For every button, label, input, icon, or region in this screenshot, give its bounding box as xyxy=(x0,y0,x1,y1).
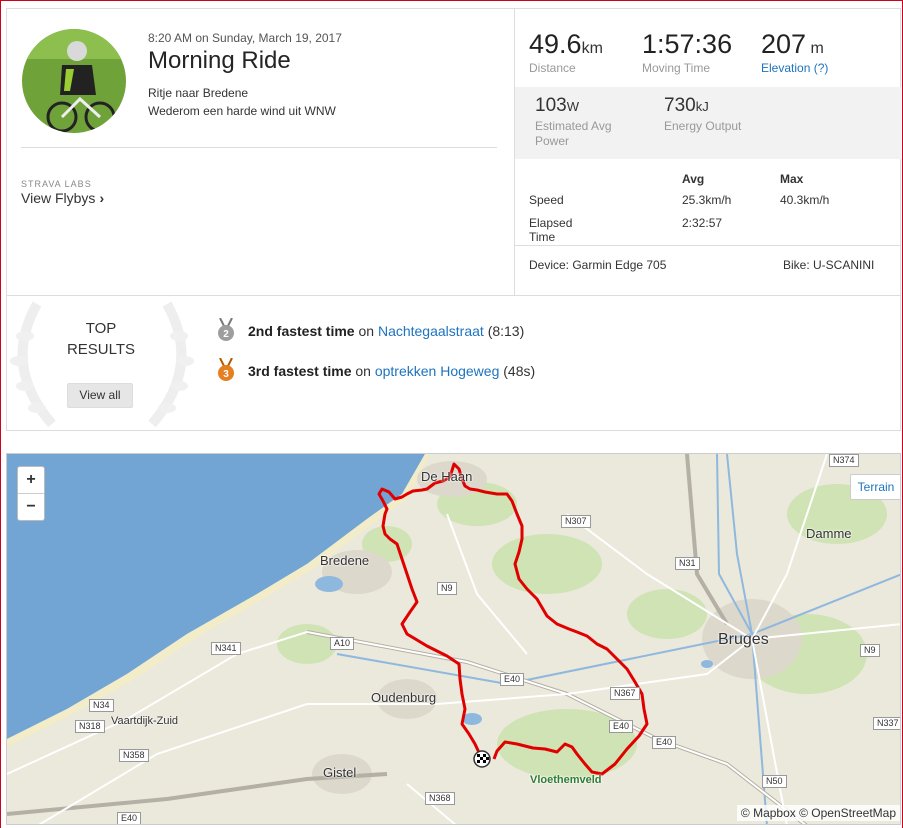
road-shield: N318 xyxy=(75,720,105,733)
achievement-on: on xyxy=(358,323,375,339)
activity-summary: 8:20 AM on Sunday, March 19, 2017 Mornin… xyxy=(6,8,901,296)
road-shield: N50 xyxy=(762,775,787,788)
power-unit: W xyxy=(566,99,579,114)
energy-stat: 730kJ Energy Output xyxy=(664,95,741,134)
energy-unit: kJ xyxy=(695,99,709,114)
speed-avg: 25.3km/h xyxy=(682,193,732,207)
power-stats-box: 103W Estimated Avg Power 730kJ Energy Ou… xyxy=(515,87,901,159)
view-flybys-link[interactable]: View Flybys › xyxy=(21,190,104,206)
elevation-help-link[interactable]: Elevation (?) xyxy=(761,61,828,75)
avg-header: Avg xyxy=(682,172,705,186)
achievement-title: 2nd fastest time xyxy=(248,323,355,339)
road-shield: E40 xyxy=(652,736,677,749)
elapsed-time-label: Elapsed Time xyxy=(529,216,573,244)
achievement-time: (8:13) xyxy=(487,323,525,339)
power-stat: 103W Estimated Avg Power xyxy=(535,95,625,149)
distance-stat: 49.6km Distance xyxy=(529,29,603,75)
road-shield: N358 xyxy=(119,749,149,762)
distance-unit: km xyxy=(581,40,603,57)
place-label: De Haan xyxy=(421,469,473,484)
finish-flag-icon xyxy=(473,750,491,768)
power-value: 103 xyxy=(535,95,567,116)
place-label: Oudenburg xyxy=(371,690,437,705)
road-shield: N34 xyxy=(89,699,114,712)
place-label: Bredene xyxy=(320,553,370,568)
road-shield: N307 xyxy=(561,515,591,528)
road-shield: N9 xyxy=(437,582,457,595)
road-shield: E40 xyxy=(500,673,525,686)
road-shield: A10 xyxy=(330,637,355,650)
max-header: Max xyxy=(780,172,804,186)
place-label: Bruges xyxy=(718,631,769,648)
power-label: Estimated Avg Power xyxy=(535,119,612,148)
segment-link-optrekken-hogeweg[interactable]: optrekken Hogeweg xyxy=(375,363,500,379)
top-results-panel: TOP RESULTS View all 2 2nd fastest time … xyxy=(6,296,901,431)
activity-description-line: Wederom een harde wind uit WNW xyxy=(148,104,336,118)
elevation-stat: 207 m Elevation (?) xyxy=(761,29,828,75)
route-map[interactable]: De Haan Bredene Damme Bruges Oudenburg V… xyxy=(6,453,901,825)
speed-label: Speed xyxy=(529,193,564,207)
moving-time-label: Moving Time xyxy=(642,61,711,75)
road-shield: N374 xyxy=(829,454,859,467)
elevation-value: 207 xyxy=(761,29,807,59)
road-shield: N337 xyxy=(873,717,900,730)
achievement-text: 2nd fastest time on Nachtegaalstraat (8:… xyxy=(248,323,524,339)
top-results-title: TOP RESULTS xyxy=(45,318,157,360)
road-shield: E40 xyxy=(117,812,142,824)
road-shield: N9 xyxy=(860,644,880,657)
activity-datetime: 8:20 AM on Sunday, March 19, 2017 xyxy=(148,31,342,45)
medal-rank: 2 xyxy=(223,329,229,340)
bronze-medal-icon: 3 xyxy=(218,358,234,381)
road-shield: E40 xyxy=(609,720,634,733)
sea-area xyxy=(7,454,425,739)
distance-label: Distance xyxy=(529,61,576,75)
activity-details: 8:20 AM on Sunday, March 19, 2017 Mornin… xyxy=(7,9,513,295)
medal-rank: 3 xyxy=(223,369,229,380)
silver-medal-icon: 2 xyxy=(218,318,234,341)
achievement-text: 3rd fastest time on optrekken Hogeweg (4… xyxy=(248,363,535,379)
speed-max: 40.3km/h xyxy=(780,193,830,207)
moving-time-value: 1:57:36 xyxy=(642,29,733,59)
achievement-title: 3rd fastest time xyxy=(248,363,352,379)
road-shield: N31 xyxy=(675,557,700,570)
device-info: Device: Garmin Edge 705 xyxy=(529,258,667,272)
athlete-avatar[interactable] xyxy=(22,29,126,133)
road-shield: N341 xyxy=(211,642,241,655)
elapsed-time-avg: 2:32:57 xyxy=(682,216,723,230)
top-results-title-line: RESULTS xyxy=(66,341,136,358)
divider xyxy=(515,245,901,246)
energy-value: 730 xyxy=(664,95,696,116)
divider xyxy=(21,147,497,148)
energy-label: Energy Output xyxy=(664,119,742,133)
moving-time-stat: 1:57:36 Moving Time xyxy=(642,29,732,75)
top-results-title-line: TOP xyxy=(85,320,117,337)
achievement-on: on xyxy=(355,363,371,379)
segment-link-nachtegaalstraat[interactable]: Nachtegaalstraat xyxy=(378,323,484,339)
strava-labs-label: STRAVA LABS xyxy=(21,179,92,189)
laurel-wreath-icon xyxy=(10,301,194,428)
achievement-time: (48s) xyxy=(503,363,536,379)
place-label: Vaartdijk-Zuid xyxy=(111,715,179,727)
elevation-unit: m xyxy=(810,40,824,57)
view-all-button[interactable]: View all xyxy=(67,383,133,408)
zoom-control: + − xyxy=(17,466,45,521)
distance-value: 49.6 xyxy=(529,29,582,59)
terrain-toggle-button[interactable]: Terrain xyxy=(850,474,900,500)
zoom-in-button[interactable]: + xyxy=(18,467,44,494)
place-label: Gistel xyxy=(323,765,357,780)
bike-info: Bike: U-SCANINI xyxy=(783,258,875,272)
road-shield: N368 xyxy=(425,792,455,805)
view-flybys-label: View Flybys xyxy=(21,190,96,206)
chevron-right-icon: › xyxy=(99,190,105,206)
road-shield: N367 xyxy=(610,687,640,700)
activity-title: Morning Ride xyxy=(148,47,291,74)
place-label: Damme xyxy=(806,526,852,541)
zoom-out-button[interactable]: − xyxy=(18,494,44,521)
activity-description-line: Ritje naar Bredene xyxy=(148,86,249,100)
activity-stats: 49.6km Distance 1:57:36 Moving Time 207 … xyxy=(514,9,901,295)
place-label: Vloethemveld xyxy=(530,774,602,786)
map-attribution[interactable]: © Mapbox © OpenStreetMap xyxy=(736,805,900,821)
